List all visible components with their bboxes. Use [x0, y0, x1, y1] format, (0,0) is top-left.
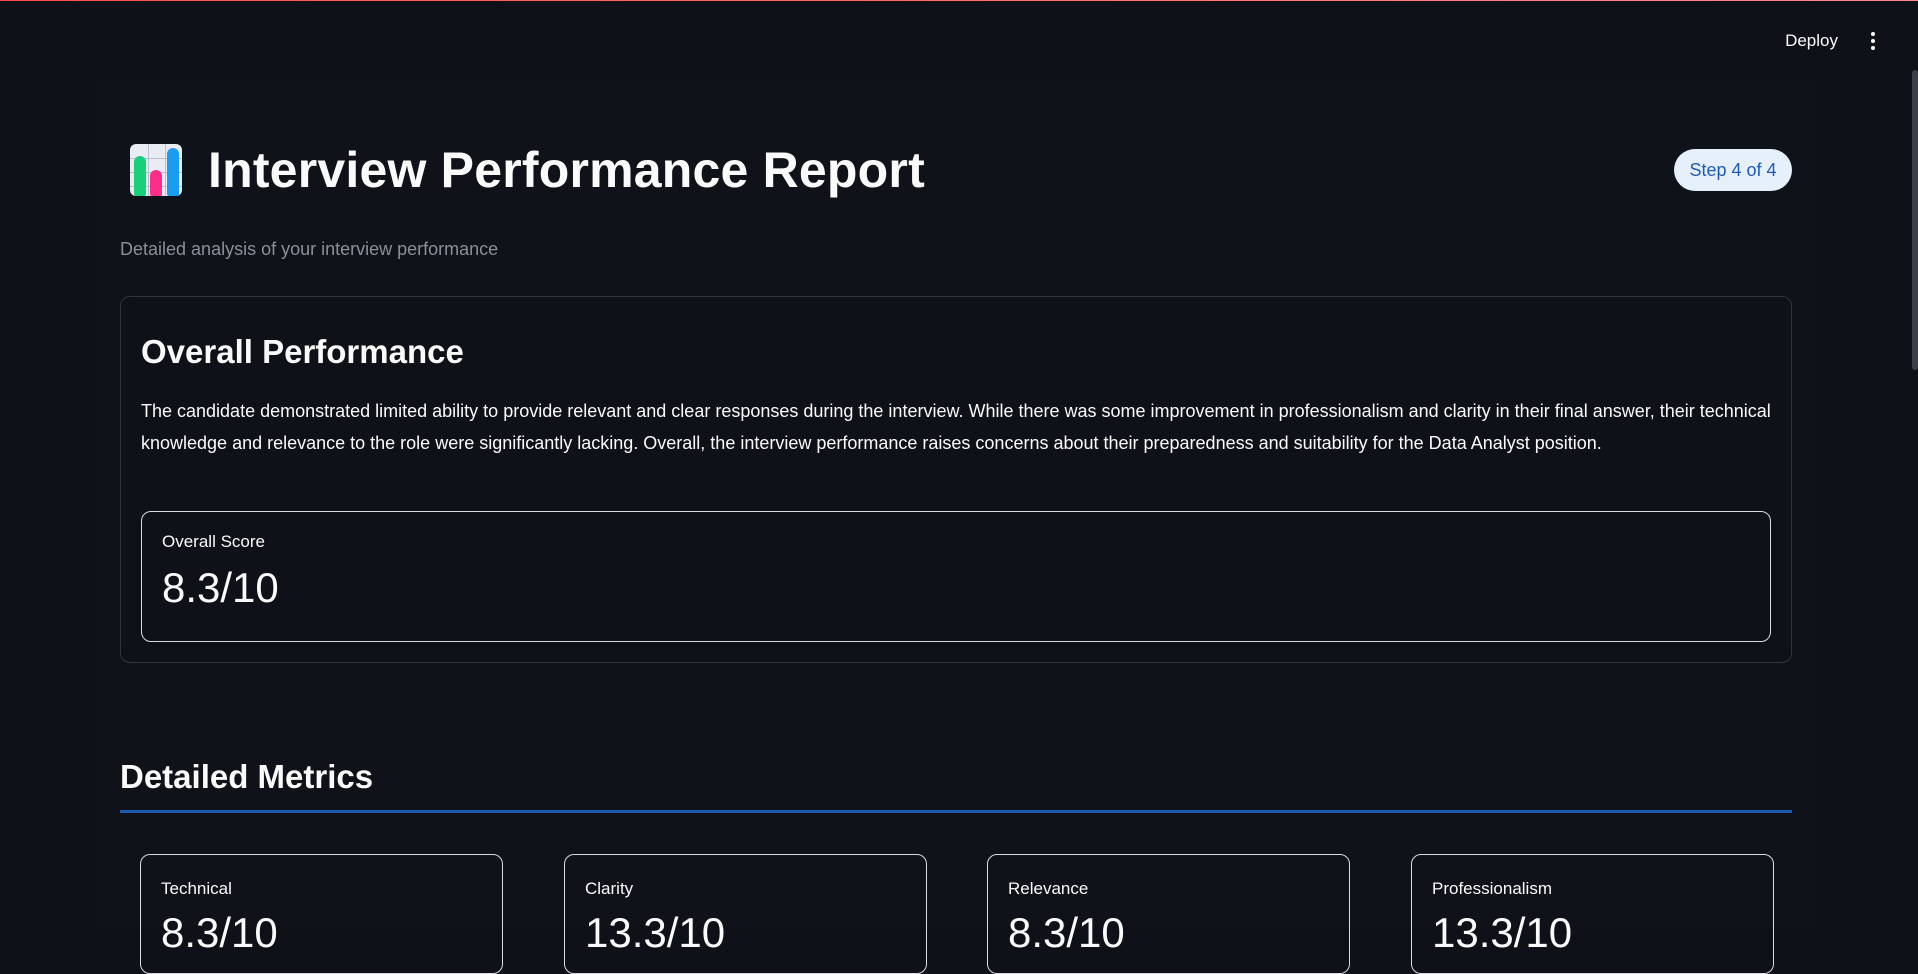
overall-performance-summary: The candidate demonstrated limited abili… — [141, 401, 1771, 453]
metric-card-clarity: Clarity 13.3/10 — [564, 854, 927, 974]
metric-card-relevance: Relevance 8.3/10 — [987, 854, 1350, 974]
page-title: Interview Performance Report — [208, 142, 925, 198]
overall-performance-card: Overall Performance The candidate demons… — [120, 296, 1792, 663]
overall-score-label: Overall Score — [162, 532, 265, 551]
metric-card-technical: Technical 8.3/10 — [140, 854, 503, 974]
page-title-row: Interview Performance Report — [128, 140, 925, 200]
metric-label: Relevance — [1008, 879, 1089, 898]
metric-value: 13.3/10 — [1432, 909, 1573, 956]
deploy-button[interactable]: Deploy — [1785, 31, 1838, 51]
metric-label: Professionalism — [1432, 879, 1552, 898]
app-header: Deploy — [0, 0, 1918, 86]
detailed-metrics-heading: Detailed Metrics — [120, 758, 374, 795]
metric-card-professionalism: Professionalism 13.3/10 — [1411, 854, 1774, 974]
bar-chart-emoji-icon — [128, 142, 186, 198]
kebab-menu-icon[interactable] — [1870, 32, 1876, 52]
overall-score-value: 8.3/10 — [162, 564, 279, 611]
step-badge: Step 4 of 4 — [1674, 149, 1792, 191]
scrollbar[interactable] — [1912, 70, 1918, 370]
overall-score-metric: Overall Score 8.3/10 — [141, 511, 1771, 642]
page-subtitle: Detailed analysis of your interview perf… — [120, 239, 499, 259]
metric-value: 13.3/10 — [585, 909, 726, 956]
metric-label: Clarity — [585, 879, 634, 898]
section-divider — [120, 810, 1792, 813]
metric-value: 8.3/10 — [1008, 909, 1125, 956]
metric-value: 8.3/10 — [161, 909, 278, 956]
metric-label: Technical — [161, 879, 232, 898]
overall-performance-heading: Overall Performance — [141, 333, 464, 370]
